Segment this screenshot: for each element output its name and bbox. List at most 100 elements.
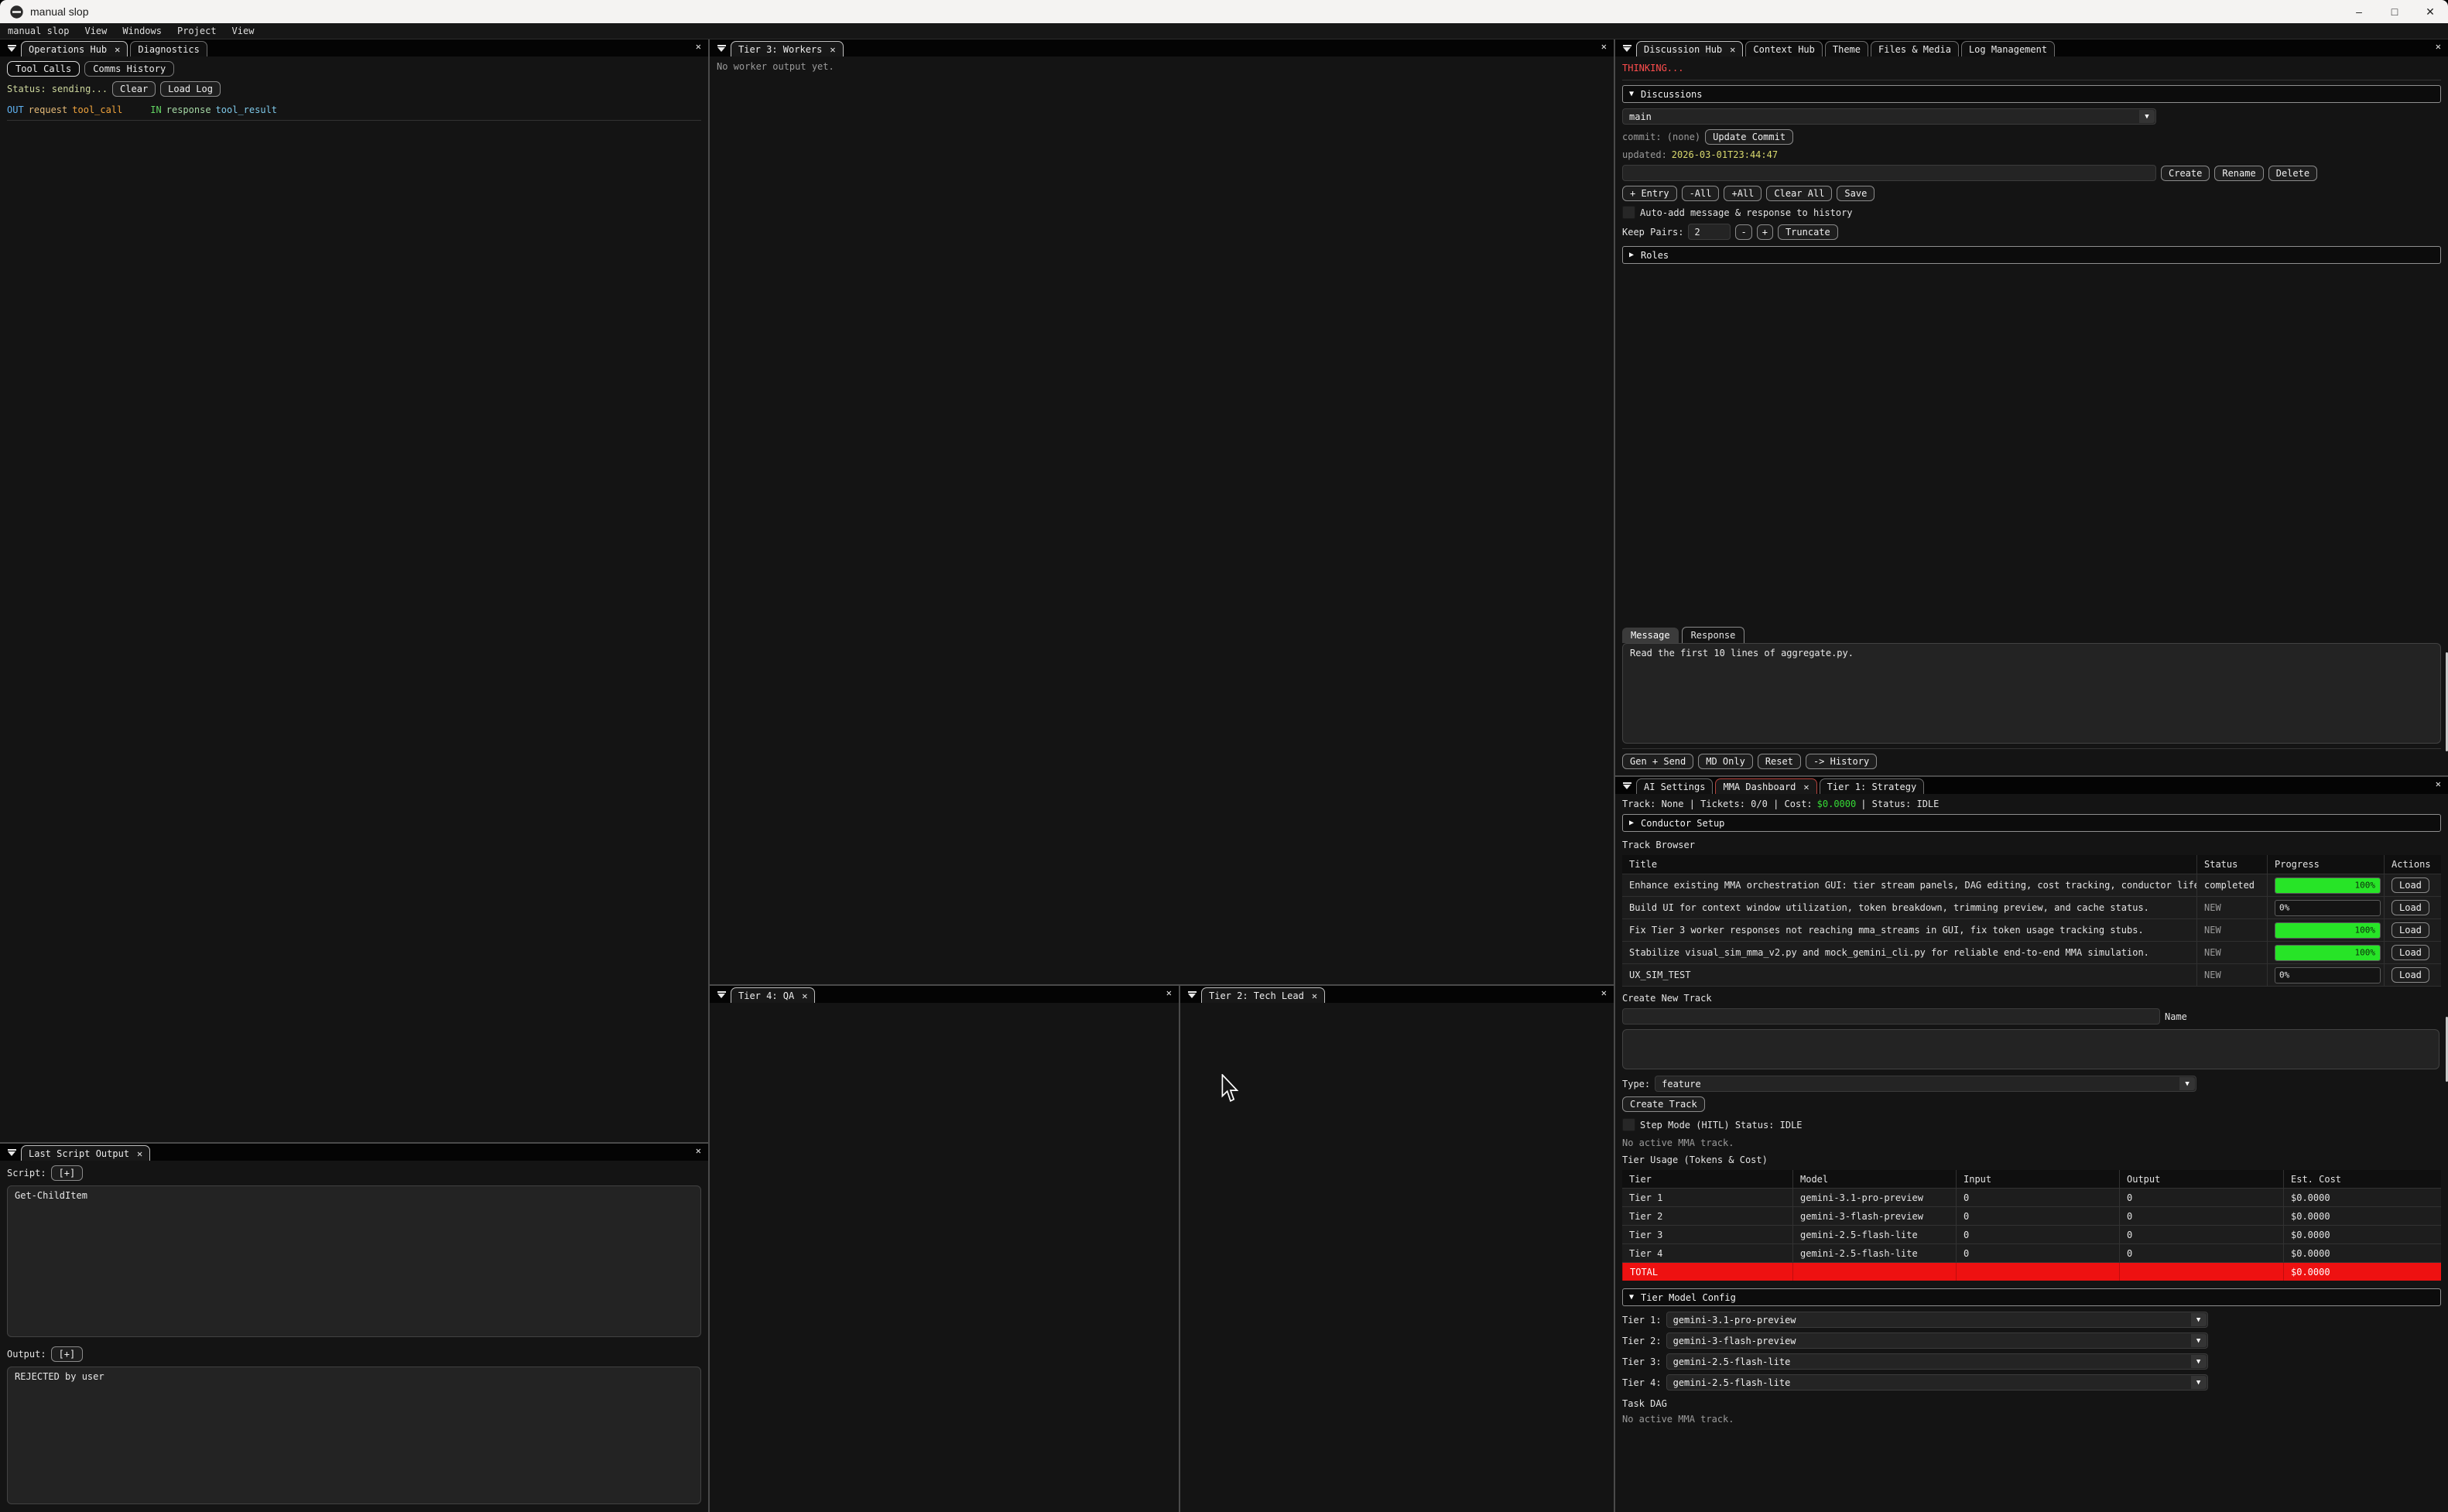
load-button[interactable]: Load [2392, 967, 2429, 983]
menu-manual-slop[interactable]: manual slop [0, 26, 77, 36]
keep-pairs-increment-button[interactable]: + [1757, 224, 1773, 240]
load-button[interactable]: Load [2392, 922, 2429, 938]
table-row[interactable]: Build UI for context window utilization,… [1622, 897, 2441, 919]
keep-pairs-decrement-button[interactable]: - [1735, 224, 1751, 240]
tab-context-hub[interactable]: Context Hub [1745, 41, 1822, 56]
chevron-down-icon: ▼ [2191, 1313, 2207, 1326]
delete-button[interactable]: Delete [2268, 166, 2317, 181]
collapse-icon[interactable] [2, 1144, 21, 1161]
collapse-icon[interactable] [2, 39, 21, 56]
rename-button[interactable]: Rename [2214, 166, 2263, 181]
panel-close-icon[interactable]: ✕ [1601, 987, 1607, 998]
tab-close-icon[interactable]: ✕ [1312, 990, 1317, 1001]
tab-tier4-qa[interactable]: Tier 4: QA ✕ [731, 987, 815, 1003]
add-entry-button[interactable]: + Entry [1622, 186, 1677, 201]
tier4-model-select[interactable]: gemini-2.5-flash-lite▼ [1666, 1374, 2208, 1391]
tab-close-icon[interactable]: ✕ [1730, 44, 1735, 55]
collapse-icon[interactable] [712, 39, 731, 56]
discussion-name-input[interactable] [1622, 165, 2156, 181]
script-expand-button[interactable]: [+] [51, 1165, 84, 1181]
md-only-button[interactable]: MD Only [1698, 754, 1753, 769]
tab-tool-calls[interactable]: Tool Calls [7, 61, 80, 77]
panel-close-icon[interactable]: ✕ [696, 1145, 701, 1156]
panel-close-icon[interactable]: ✕ [2436, 41, 2441, 52]
minimize-icon[interactable]: – [2341, 0, 2377, 23]
table-row[interactable]: Stabilize visual_sim_mma_v2.py and mock_… [1622, 942, 2441, 964]
table-row[interactable]: Enhance existing MMA orchestration GUI: … [1622, 874, 2441, 897]
menu-windows[interactable]: Windows [115, 26, 169, 36]
tier2-model-select[interactable]: gemini-3-flash-preview▼ [1666, 1332, 2208, 1349]
collapse-icon[interactable] [1618, 777, 1636, 794]
discussion-select[interactable]: main ▼ [1622, 108, 2156, 125]
conductor-setup-header[interactable]: ▶ Conductor Setup [1622, 814, 2441, 832]
message-textarea[interactable]: Read the first 10 lines of aggregate.py. [1622, 643, 2441, 744]
track-name-input[interactable] [1622, 1008, 2160, 1025]
separator [1622, 748, 2441, 749]
tab-tier3-workers[interactable]: Tier 3: Workers ✕ [731, 41, 844, 56]
tab-operations-hub[interactable]: Operations Hub ✕ [21, 41, 128, 56]
collapse-icon[interactable] [1618, 39, 1636, 56]
output-textarea[interactable]: REJECTED by user [7, 1367, 701, 1504]
tab-tier1-strategy[interactable]: Tier 1: Strategy [1820, 778, 1925, 794]
load-button[interactable]: Load [2392, 945, 2429, 960]
tier3-model-select[interactable]: gemini-2.5-flash-lite▼ [1666, 1353, 2208, 1370]
tab-diagnostics[interactable]: Diagnostics [130, 41, 207, 56]
tier-model-config-header[interactable]: ▼ Tier Model Config [1622, 1288, 2441, 1306]
update-commit-button[interactable]: Update Commit [1705, 129, 1793, 145]
tab-message[interactable]: Message [1622, 628, 1679, 643]
panel-close-icon[interactable]: ✕ [1166, 987, 1172, 998]
load-button[interactable]: Load [2392, 877, 2429, 893]
tier1-model-select[interactable]: gemini-3.1-pro-preview▼ [1666, 1312, 2208, 1328]
tab-theme[interactable]: Theme [1825, 41, 1868, 56]
roles-header[interactable]: ▶ Roles [1622, 246, 2441, 264]
tab-close-icon[interactable]: ✕ [1803, 782, 1809, 792]
maximize-icon[interactable]: □ [2377, 0, 2412, 23]
tab-ai-settings[interactable]: AI Settings [1636, 778, 1713, 794]
collapse-all-button[interactable]: -All [1682, 186, 1720, 201]
tab-mma-dashboard[interactable]: MMA Dashboard ✕ [1715, 778, 1816, 794]
panel-close-icon[interactable]: ✕ [2436, 778, 2441, 789]
menu-project[interactable]: Project [169, 26, 224, 36]
autoadd-checkbox[interactable] [1622, 206, 1635, 219]
panel-close-icon[interactable]: ✕ [1601, 41, 1607, 52]
tab-comms-history[interactable]: Comms History [84, 61, 174, 77]
tab-last-script-output[interactable]: Last Script Output ✕ [21, 1145, 150, 1161]
clear-all-button[interactable]: Clear All [1766, 186, 1832, 201]
load-button[interactable]: Load [2392, 900, 2429, 915]
discussions-header[interactable]: ▼ Discussions [1622, 85, 2441, 103]
load-log-button[interactable]: Load Log [160, 81, 221, 97]
create-track-button[interactable]: Create Track [1622, 1096, 1705, 1112]
tab-close-icon[interactable]: ✕ [830, 44, 835, 55]
output-expand-button[interactable]: [+] [51, 1346, 84, 1362]
tab-close-icon[interactable]: ✕ [802, 990, 807, 1001]
expand-all-button[interactable]: +All [1724, 186, 1762, 201]
track-type-select[interactable]: feature ▼ [1655, 1076, 2196, 1092]
collapse-icon[interactable] [712, 986, 731, 1003]
to-history-button[interactable]: -> History [1806, 754, 1877, 769]
close-icon[interactable]: ✕ [2412, 0, 2448, 23]
table-row[interactable]: UX_SIM_TEST NEW 0% Load [1622, 964, 2441, 987]
tab-discussion-hub[interactable]: Discussion Hub ✕ [1636, 41, 1743, 56]
tab-log-management[interactable]: Log Management [1961, 41, 2055, 56]
reset-button[interactable]: Reset [1758, 754, 1801, 769]
gen-send-button[interactable]: Gen + Send [1622, 754, 1693, 769]
step-mode-checkbox[interactable] [1622, 1118, 1635, 1131]
tab-response[interactable]: Response [1682, 627, 1745, 643]
collapse-icon[interactable] [1183, 986, 1201, 1003]
menu-view-2[interactable]: View [224, 26, 262, 36]
tab-close-icon[interactable]: ✕ [115, 44, 120, 55]
panel-close-icon[interactable]: ✕ [696, 41, 701, 52]
track-description-textarea[interactable] [1622, 1029, 2439, 1069]
tab-files-media[interactable]: Files & Media [1871, 41, 1959, 56]
tool-call-log-row[interactable]: OUT request tool_call IN response tool_r… [7, 104, 701, 115]
clear-button[interactable]: Clear [112, 81, 156, 97]
tab-close-icon[interactable]: ✕ [137, 1148, 142, 1159]
create-button[interactable]: Create [2161, 166, 2210, 181]
menu-view[interactable]: View [77, 26, 115, 36]
tab-tier2-tech-lead[interactable]: Tier 2: Tech Lead ✕ [1201, 987, 1325, 1003]
keep-pairs-input[interactable] [1688, 224, 1731, 240]
save-button[interactable]: Save [1837, 186, 1875, 201]
script-textarea[interactable]: Get-ChildItem [7, 1185, 701, 1337]
table-row[interactable]: Fix Tier 3 worker responses not reaching… [1622, 919, 2441, 942]
truncate-button[interactable]: Truncate [1778, 224, 1838, 240]
